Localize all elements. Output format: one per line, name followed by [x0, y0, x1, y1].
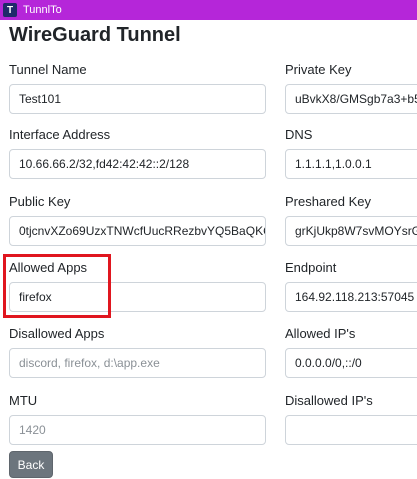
tunnel-name-label: Tunnel Name [9, 62, 87, 77]
private-key-label: Private Key [285, 62, 352, 77]
public-key-input[interactable]: 0tjcnvXZo69UzxTNWcfUucRRezbvYQ5BaQKC [9, 216, 266, 246]
private-key-input[interactable]: uBvkX8/GMSgb7a3+b5 [285, 84, 417, 114]
disallowed-apps-label: Disallowed Apps [9, 326, 105, 341]
dns-input[interactable]: 1.1.1.1,1.0.0.1 [285, 149, 417, 179]
public-key-label: Public Key [9, 194, 71, 209]
tunnel-name-input[interactable]: Test101 [9, 84, 266, 114]
interface-address-label: Interface Address [9, 127, 111, 142]
interface-address-input[interactable]: 10.66.66.2/32,fd42:42:42::2/128 [9, 149, 266, 179]
endpoint-label: Endpoint [285, 260, 337, 275]
mtu-input[interactable]: 1420 [9, 415, 266, 445]
page-title: WireGuard Tunnel [9, 24, 181, 46]
dns-label: DNS [285, 127, 313, 142]
window-title: TunnlTo [23, 4, 62, 16]
allowed-apps-highlight [3, 254, 111, 318]
title-bar: T TunnlTo [0, 0, 417, 20]
endpoint-input[interactable]: 164.92.118.213:57045 [285, 282, 417, 312]
preshared-key-input[interactable]: grKjUkp8W7svMOYsrG [285, 216, 417, 246]
preshared-key-label: Preshared Key [285, 194, 371, 209]
mtu-label: MTU [9, 393, 38, 408]
back-button[interactable]: Back [9, 451, 53, 478]
disallowed-ips-input[interactable] [285, 415, 417, 445]
app-logo-icon: T [3, 3, 17, 17]
allowed-ips-input[interactable]: 0.0.0.0/0,::/0 [285, 348, 417, 378]
disallowed-apps-input[interactable]: discord, firefox, d:\app.exe [9, 348, 266, 378]
disallowed-ips-label: Disallowed IP's [285, 393, 373, 408]
allowed-ips-label: Allowed IP's [285, 326, 356, 341]
